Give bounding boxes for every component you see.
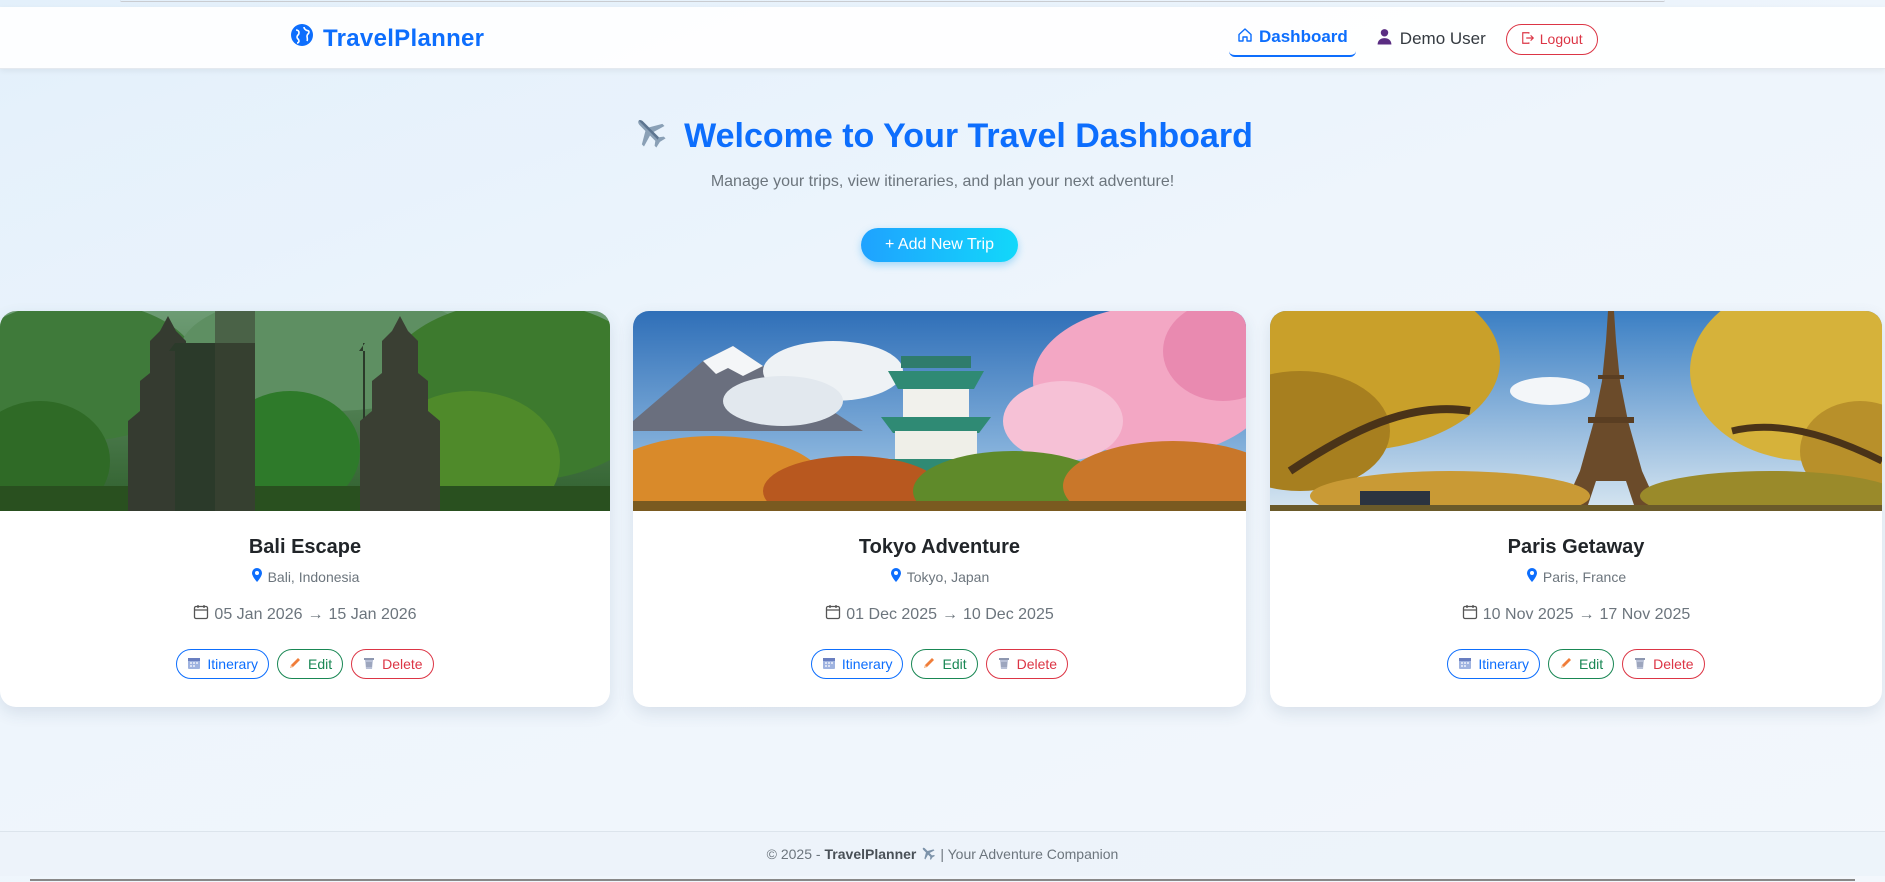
trip-start-date: 10 Nov 2025 [1482, 605, 1574, 623]
itinerary-label: Itinerary [207, 656, 258, 672]
home-icon [1237, 27, 1253, 48]
trip-image-bali [0, 311, 610, 511]
itinerary-button[interactable]: Itinerary [810, 649, 904, 679]
trip-location: Paris, France [1270, 568, 1882, 585]
calendar-icon [822, 656, 836, 673]
page-title-text: Welcome to Your Travel Dashboard [684, 117, 1253, 155]
trip-title: Tokyo Adventure [858, 536, 1021, 558]
calendar-icon [1458, 656, 1472, 673]
trip-location: Bali, Indonesia [0, 568, 610, 585]
trip-start-date: 05 Jan 2026 [214, 605, 303, 623]
browser-edge [30, 879, 1855, 881]
logout-icon [1521, 31, 1535, 48]
nav-dashboard-label: Dashboard [1259, 27, 1348, 46]
navbar: TravelPlanner Dashboard Demo User Logout [0, 7, 1885, 69]
edit-label: Edit [1578, 656, 1604, 672]
itinerary-button[interactable]: Itinerary [1447, 649, 1540, 679]
map-pin-icon [251, 568, 263, 585]
trip-actions: Itinerary Edit Delete [0, 649, 610, 679]
calendar-icon [1462, 604, 1478, 625]
pencil-icon [288, 656, 302, 673]
logout-label: Logout [1539, 31, 1583, 47]
trip-dates: 01 Dec 2025 → 10 Dec 2025 [633, 604, 1246, 625]
edit-button[interactable]: Edit [911, 649, 978, 679]
calendar-icon [187, 656, 201, 673]
trip-location: Tokyo, Japan [633, 568, 1246, 585]
browser-edge [120, 0, 1665, 2]
nav-dashboard-link[interactable]: Dashboard [1229, 21, 1356, 57]
logout-button[interactable]: Logout [1505, 23, 1598, 55]
trip-card: Tokyo Adventure Tokyo, Japan 01 Dec 2025… [633, 311, 1246, 707]
trip-actions: Itinerary Edit Delete [1270, 649, 1882, 679]
map-pin-icon [1526, 568, 1538, 585]
delete-button[interactable]: Delete [1622, 649, 1705, 679]
trip-dates: 10 Nov 2025 → 17 Nov 2025 [1270, 604, 1882, 625]
trash-icon [362, 656, 376, 673]
pencil-icon [922, 656, 936, 673]
trip-title: Bali Escape [248, 536, 362, 558]
date-arrow: → [942, 605, 958, 623]
calendar-icon [825, 604, 841, 625]
trip-card: Bali Escape Bali, Indonesia 05 Jan 2026 … [0, 311, 610, 707]
footer-copyright: © 2025 - [766, 846, 821, 862]
date-arrow: → [307, 605, 324, 623]
delete-label: Delete [1653, 656, 1694, 672]
user-name: Demo User [1399, 29, 1486, 48]
trip-end-date: 17 Nov 2025 [1599, 605, 1691, 623]
airplane-icon [632, 114, 668, 159]
trip-end-date: 15 Jan 2026 [328, 605, 417, 623]
nav-right: Dashboard Demo User Logout [1229, 21, 1598, 57]
globe-icon [290, 23, 314, 54]
trip-location-text: Tokyo, Japan [906, 568, 990, 585]
trash-icon [1633, 656, 1647, 673]
footer-brand: TravelPlanner [824, 846, 917, 862]
edit-label: Edit [942, 656, 967, 672]
trip-end-date: 10 Dec 2025 [963, 605, 1054, 623]
trip-location-text: Paris, France [1542, 568, 1627, 585]
itinerary-button[interactable]: Itinerary [176, 649, 269, 679]
edit-label: Edit [307, 656, 333, 672]
footer: © 2025 - TravelPlanner | Your Adventure … [0, 831, 1885, 876]
date-arrow: → [1578, 605, 1595, 623]
user-icon [1376, 28, 1393, 50]
calendar-icon [193, 604, 209, 625]
delete-label: Delete [1016, 656, 1058, 672]
delete-button[interactable]: Delete [985, 649, 1069, 679]
trip-actions: Itinerary Edit Delete [633, 649, 1246, 679]
trip-start-date: 01 Dec 2025 [846, 605, 937, 623]
page-title: Welcome to Your Travel Dashboard [0, 114, 1885, 159]
trip-image-paris [1270, 311, 1882, 511]
itinerary-label: Itinerary [841, 656, 893, 672]
itinerary-label: Itinerary [1478, 656, 1529, 672]
footer-tagline: | Your Adventure Companion [940, 846, 1119, 862]
airplane-icon [920, 845, 936, 864]
trip-image-tokyo [633, 311, 1246, 511]
trip-card: Paris Getaway Paris, France 10 Nov 2025 … [1270, 311, 1882, 707]
trip-dates: 05 Jan 2026 → 15 Jan 2026 [0, 604, 610, 625]
map-pin-icon [890, 568, 902, 585]
brand-link[interactable]: TravelPlanner [290, 23, 484, 54]
brand-name: TravelPlanner [323, 24, 485, 52]
page-subtitle: Manage your trips, view itineraries, and… [710, 173, 1175, 190]
edit-button[interactable]: Edit [1547, 649, 1615, 679]
trip-title: Paris Getaway [1507, 536, 1645, 558]
delete-button[interactable]: Delete [351, 649, 434, 679]
pencil-icon [1559, 656, 1573, 673]
user-menu[interactable]: Demo User [1376, 21, 1486, 57]
edit-button[interactable]: Edit [276, 649, 344, 679]
trash-icon [997, 656, 1011, 673]
delete-label: Delete [382, 656, 423, 672]
trip-location-text: Bali, Indonesia [267, 568, 360, 585]
add-new-trip-button[interactable]: + Add New Trip [861, 228, 1018, 262]
